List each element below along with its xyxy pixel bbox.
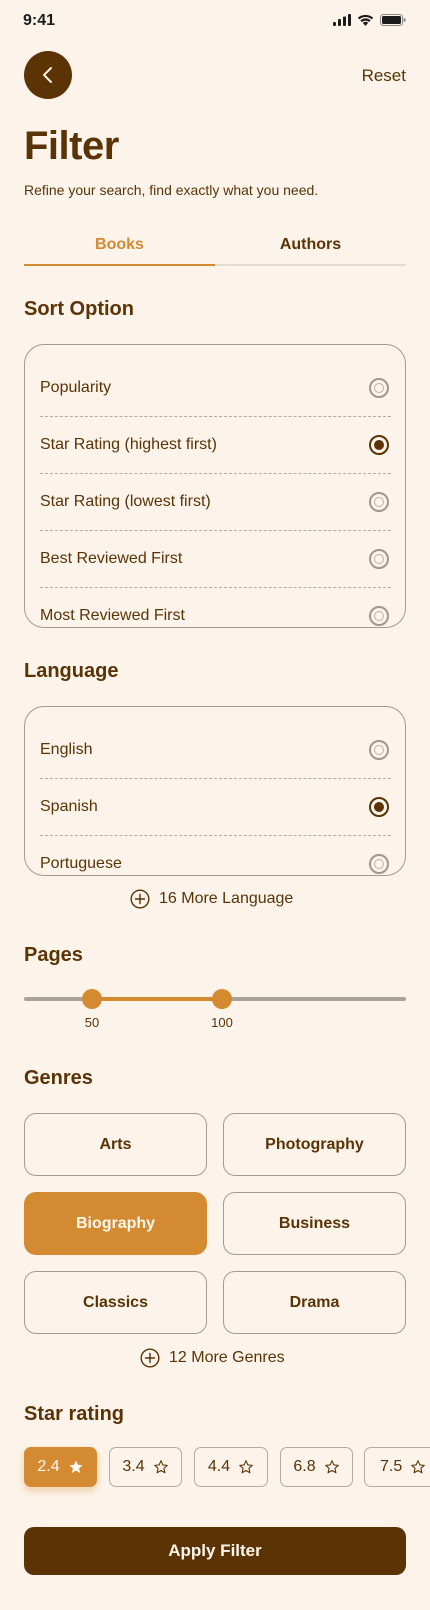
sort-option-star-highest[interactable]: Star Rating (highest first)	[40, 416, 391, 473]
plus-circle-icon	[140, 1348, 160, 1368]
star-rating-value: 2.4	[37, 1458, 60, 1475]
more-genres-label: 12 More Genres	[169, 1349, 285, 1366]
plus-circle-icon	[130, 889, 150, 909]
sort-option-label: Popularity	[40, 378, 112, 396]
sort-option-popularity[interactable]: Popularity	[40, 359, 391, 416]
apply-filter-button[interactable]: Apply Filter	[24, 1527, 406, 1575]
sort-option-label: Best Reviewed First	[40, 550, 183, 567]
sort-option-star-lowest[interactable]: Star Rating (lowest first)	[40, 473, 391, 530]
language-section-title: Language	[24, 660, 119, 682]
slider-max-handle[interactable]	[212, 989, 232, 1009]
genre-chip-arts[interactable]: Arts	[24, 1113, 207, 1176]
radio-button[interactable]	[369, 854, 389, 874]
star-rating-chip-3-4[interactable]: 3.4	[109, 1447, 182, 1487]
pages-range-slider[interactable]: 50 100	[24, 989, 406, 1030]
radio-button-selected[interactable]	[369, 797, 389, 817]
star-rating-section-title: Star rating	[24, 1403, 125, 1425]
battery-icon	[380, 14, 406, 26]
tab-books[interactable]: Books	[24, 236, 215, 254]
star-rating-value: 3.4	[122, 1458, 145, 1475]
more-languages-label: 16 More Language	[159, 890, 294, 907]
reset-button[interactable]: Reset	[362, 66, 406, 86]
genre-chip-photography[interactable]: Photography	[223, 1113, 406, 1176]
genres-section-title: Genres	[24, 1067, 93, 1089]
star-rating-value: 4.4	[207, 1458, 231, 1475]
pages-section-title: Pages	[24, 944, 83, 966]
status-icons	[333, 14, 406, 26]
sort-option-label: Most Reviewed First	[40, 607, 185, 624]
star-rating-chip-7-5[interactable]: 7.5	[364, 1447, 430, 1487]
radio-button[interactable]	[369, 377, 389, 398]
language-options-card: English Spanish Portuguese	[24, 706, 406, 876]
star-rating-value: 6.8	[293, 1458, 316, 1475]
slider-min-handle[interactable]	[82, 989, 102, 1009]
tab-active-indicator	[24, 264, 215, 266]
chevron-left-icon	[43, 67, 52, 83]
radio-button[interactable]	[369, 549, 389, 569]
page-title: Filter	[24, 124, 119, 168]
star-outline-icon	[324, 1460, 339, 1474]
sort-option-most-reviewed[interactable]: Most Reviewed First	[40, 587, 391, 644]
language-option-label: Portuguese	[40, 855, 122, 872]
sort-options-card: Popularity Star Rating (highest first) S…	[24, 344, 406, 628]
language-option-english[interactable]: English	[40, 721, 391, 778]
radio-button-selected[interactable]	[369, 435, 389, 455]
star-outline-icon	[239, 1460, 253, 1474]
genre-chip-drama[interactable]: Drama	[223, 1271, 406, 1334]
radio-button[interactable]	[369, 492, 389, 512]
more-genres-link[interactable]: 12 More Genres	[140, 1348, 285, 1368]
sort-option-label: Star Rating (highest first)	[40, 436, 217, 453]
star-outline-icon	[411, 1460, 426, 1474]
star-filled-icon	[68, 1460, 83, 1473]
slider-min-label: 50	[84, 1015, 100, 1030]
slider-range-fill	[92, 997, 222, 1001]
genre-chip-classics[interactable]: Classics	[24, 1271, 207, 1334]
language-option-label: Spanish	[40, 798, 98, 815]
star-rating-chip-6-8[interactable]: 6.8	[280, 1447, 353, 1487]
star-outline-icon	[153, 1460, 168, 1474]
wifi-icon	[357, 14, 374, 26]
back-button[interactable]	[24, 51, 72, 99]
sort-option-label: Star Rating (lowest first)	[40, 493, 211, 510]
language-option-label: English	[40, 740, 93, 758]
star-rating-chip-4-4[interactable]: 4.4	[194, 1447, 268, 1487]
language-option-spanish[interactable]: Spanish	[40, 778, 391, 835]
language-option-portuguese[interactable]: Portuguese	[40, 835, 391, 892]
page-subtitle: Refine your search, find exactly what yo…	[24, 182, 319, 198]
genre-chip-biography[interactable]: Biography	[24, 1192, 207, 1255]
radio-button[interactable]	[369, 739, 389, 760]
more-languages-link[interactable]: 16 More Language	[130, 889, 293, 909]
slider-max-label: 100	[211, 1015, 233, 1030]
signal-icon	[333, 14, 351, 26]
status-time: 9:41	[23, 12, 56, 29]
tab-authors[interactable]: Authors	[215, 236, 406, 254]
sort-option-best-reviewed[interactable]: Best Reviewed First	[40, 530, 391, 587]
radio-button[interactable]	[369, 606, 389, 626]
tab-bar: Books Authors	[24, 236, 406, 266]
sort-section-title: Sort Option	[24, 298, 134, 320]
genre-chip-business[interactable]: Business	[223, 1192, 406, 1255]
star-rating-chip-2-4[interactable]: 2.4	[24, 1447, 97, 1487]
star-rating-value: 7.5	[380, 1458, 403, 1475]
